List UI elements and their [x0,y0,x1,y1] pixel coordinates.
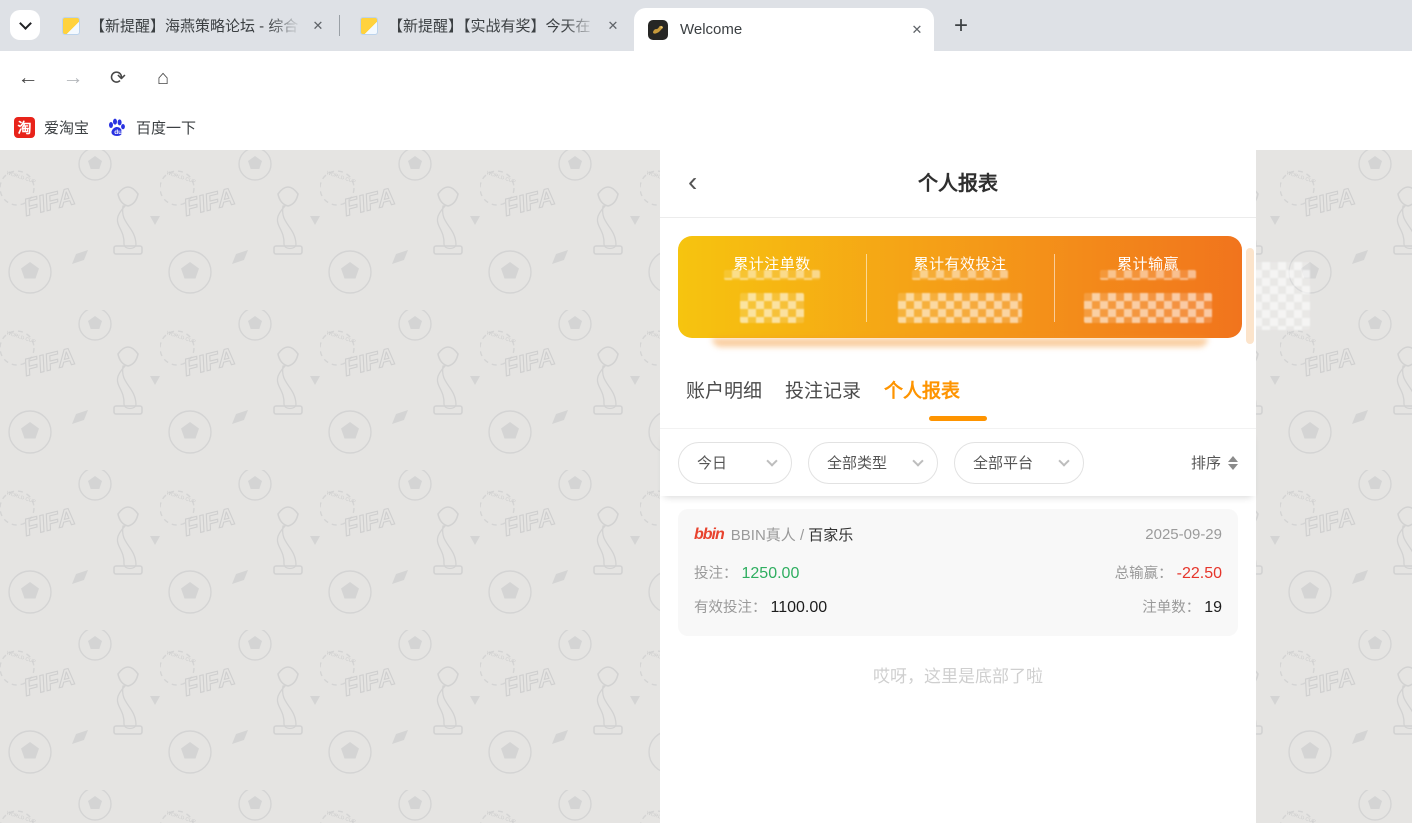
tab-title: 【新提醒】【实战有奖】今天在 [388,15,596,36]
baidu-paw-icon: du [106,117,127,138]
filter-bar: 今日 全部类型 全部平台 排序 [660,429,1256,496]
tab-separator [339,15,340,36]
browser-toolbar: ← → ⟳ ⌂ 175616.cc/reports/index?tab=1 [0,51,1412,105]
filter-label: 今日 [697,452,727,473]
active-tab-underline [929,416,987,421]
tab-account-details[interactable]: 账户明细 [686,359,762,428]
blurred-value [740,293,804,323]
privacy-blur-patch [1254,262,1310,330]
site-favicon-icon [648,20,668,40]
bookmarks-bar: 淘 爱淘宝 du 百度一下 [0,105,1412,150]
browser-tab-active-welcome[interactable]: Welcome ✕ [634,8,934,51]
chevron-down-icon [19,17,32,30]
winloss-label: 总输赢： [1115,562,1173,583]
bookmark-label: 爱淘宝 [44,117,89,138]
taobao-icon: 淘 [14,117,35,138]
forum-favicon-icon [360,17,378,35]
blurred-value [898,293,1022,323]
divider [1054,254,1055,322]
sort-control[interactable]: 排序 [1191,452,1238,473]
tab-bet-records[interactable]: 投注记录 [785,359,861,428]
type-filter-dropdown[interactable]: 全部类型 [808,442,938,484]
home-icon[interactable]: ⌂ [143,51,183,105]
bet-value: 1250.00 [742,565,800,583]
page-title: 个人报表 [660,150,1256,218]
records-list: bbin BBIN真人 / 百家乐 2025-09-29 投注： 1250.00… [660,496,1256,687]
divider [866,254,867,322]
bet-label: 投注： [694,562,738,583]
close-icon[interactable]: ✕ [604,17,622,35]
forum-favicon-icon [62,17,80,35]
back-chevron-icon[interactable]: ‹ [688,166,697,198]
reload-icon[interactable]: ⟳ [98,51,138,105]
valid-bet-label: 有效投注： [694,596,767,617]
stat-total-valid-bets: 累计有效投注 [866,236,1054,338]
blurred-value [1100,270,1196,280]
chevron-down-icon [766,455,777,466]
close-icon[interactable]: ✕ [908,21,926,39]
tab-title: 【新提醒】海燕策略论坛 - 综合 [90,15,301,36]
stat-total-winloss: 累计输赢 [1054,236,1242,338]
page-header: ‹ 个人报表 [660,150,1256,218]
close-icon[interactable]: ✕ [309,17,327,35]
bookmark-baidu[interactable]: du 百度一下 [106,105,196,150]
bbin-logo-icon: bbin [694,526,724,544]
filter-label: 全部类型 [827,452,887,473]
record-date: 2025-09-29 [1145,526,1222,543]
winloss-value: -22.50 [1177,565,1222,583]
forward-icon: → [53,51,93,105]
blurred-value [912,270,1008,280]
date-filter-dropdown[interactable]: 今日 [678,442,792,484]
chevron-down-icon [1058,455,1069,466]
bookmark-label: 百度一下 [136,117,196,138]
summary-card: 累计注单数 累计有效投注 累计输赢 [678,236,1242,338]
bookmark-taobao[interactable]: 淘 爱淘宝 [14,105,89,150]
browser-tab-strip: 【新提醒】海燕策略论坛 - 综合 ✕ 【新提醒】【实战有奖】今天在 ✕ Welc… [0,0,1412,51]
filter-label: 全部平台 [973,452,1033,473]
page-background: FIFA WORLD CUP ‹ 个人报表 累计注单数 [0,150,1412,823]
blurred-value [1084,293,1212,323]
new-tab-button[interactable]: + [946,11,976,41]
chevron-down-icon [912,455,923,466]
blurred-value [724,270,820,280]
count-value: 19 [1204,599,1222,617]
summary-section: 累计注单数 累计有效投注 累计输赢 [660,218,1256,359]
browser-tab-1[interactable]: 【新提醒】海燕策略论坛 - 综合 ✕ [50,0,335,51]
platform-filter-dropdown[interactable]: 全部平台 [954,442,1084,484]
sort-arrows-icon [1228,456,1238,470]
stat-total-bet-count: 累计注单数 [678,236,866,338]
tab-title: Welcome [680,21,900,38]
report-panel: ‹ 个人报表 累计注单数 累计有效投注 累计输赢 [660,150,1256,823]
record-card[interactable]: bbin BBIN真人 / 百家乐 2025-09-29 投注： 1250.00… [678,509,1238,636]
report-tabs: 账户明细 投注记录 个人报表 [660,359,1256,429]
sort-label: 排序 [1191,452,1221,473]
count-label: 注单数： [1142,596,1200,617]
list-end-message: 哎呀，这里是底部了啦 [678,662,1238,687]
browser-tab-2[interactable]: 【新提醒】【实战有奖】今天在 ✕ [348,0,630,51]
valid-bet-value: 1100.00 [771,599,828,617]
tab-search-button[interactable] [10,10,40,40]
record-provider: BBIN真人 / 百家乐 [731,524,854,545]
back-icon[interactable]: ← [8,51,48,105]
card-shadow [712,338,1208,347]
svg-text:du: du [114,129,122,136]
next-card-peek [1246,248,1254,344]
